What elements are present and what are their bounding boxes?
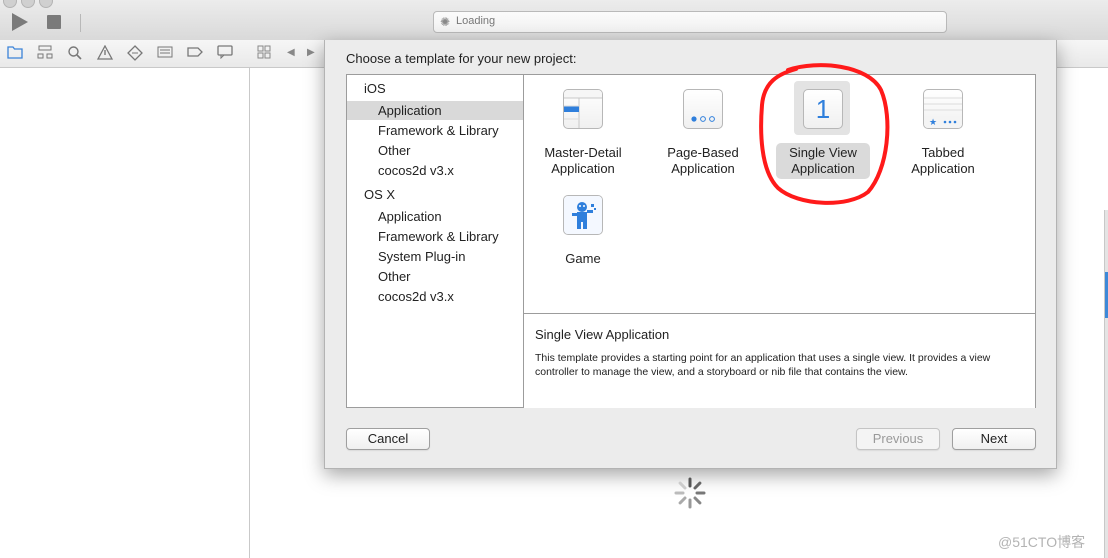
back-arrow-icon[interactable]: ◀ (287, 47, 295, 58)
folder-icon[interactable] (7, 45, 23, 61)
close-window-button[interactable] (3, 0, 17, 8)
template-game[interactable]: Game (528, 181, 638, 266)
sheet-title: Choose a template for your new project: (346, 51, 577, 66)
template-master-detail[interactable]: Master-Detail Application (528, 75, 638, 185)
new-project-sheet: Choose a template for your new project: … (324, 40, 1057, 469)
category-heading-osx: OS X (364, 187, 396, 202)
watermark: @51CTO博客 (998, 534, 1086, 550)
template-label-line2: Application (551, 161, 615, 176)
cancel-button[interactable]: Cancel (346, 428, 430, 450)
category-osx-framework-library[interactable]: Framework & Library (347, 227, 523, 246)
search-icon[interactable] (67, 45, 83, 61)
toolbar-divider (80, 14, 81, 32)
template-label-line2: Application (791, 161, 855, 176)
tabbed-icon: ★ (923, 89, 963, 129)
navigator-selector-bar (0, 40, 250, 68)
template-label-line1: Tabbed (921, 145, 965, 160)
single-view-icon-glyph: 1 (815, 94, 831, 124)
template-label-line1: Page-Based (667, 145, 739, 160)
category-osx-application[interactable]: Application (347, 207, 523, 226)
loading-spinner-icon: ✺ (440, 15, 451, 29)
stop-icon[interactable] (47, 15, 61, 29)
play-icon[interactable] (12, 13, 28, 31)
game-icon (563, 195, 603, 235)
hierarchy-icon[interactable] (37, 45, 53, 61)
category-heading-ios: iOS (364, 81, 386, 96)
category-ios-application[interactable]: Application (347, 101, 523, 120)
template-label-line1: Game (565, 251, 601, 266)
window-toolbar: ✺ Loading (0, 0, 1108, 41)
list-icon[interactable] (157, 45, 173, 61)
activity-viewer: ✺ Loading (433, 11, 947, 33)
category-osx-other[interactable]: Other (347, 267, 523, 286)
template-page-based[interactable]: Page-Based Application (648, 75, 758, 185)
forward-arrow-icon[interactable]: ▶ (307, 47, 315, 58)
template-chooser-panel: iOS Application Framework & Library Othe… (346, 74, 1036, 408)
template-label-line2: Application (911, 161, 975, 176)
description-title: Single View Application (535, 327, 670, 342)
category-ios-cocos2d[interactable]: cocos2d v3.x (347, 161, 523, 180)
template-label-line1: Single View (789, 145, 857, 160)
activity-status-text: Loading (456, 15, 496, 27)
test-diamond-icon[interactable] (127, 45, 143, 61)
page-based-icon (683, 89, 723, 129)
zoom-window-button[interactable] (39, 0, 53, 8)
template-label-line1: Master-Detail (544, 145, 622, 160)
single-view-icon: 1 (803, 89, 843, 129)
tag-icon[interactable] (187, 45, 203, 61)
category-ios-framework-library[interactable]: Framework & Library (347, 121, 523, 140)
grid-icon[interactable] (257, 45, 271, 62)
previous-button[interactable]: Previous (856, 428, 940, 450)
minimize-window-button[interactable] (21, 0, 35, 8)
template-label-line2: Application (671, 161, 735, 176)
navigator-area (0, 68, 250, 558)
loading-spinner-icon (674, 477, 706, 509)
template-category-list: iOS Application Framework & Library Othe… (347, 75, 524, 407)
template-grid: Master-Detail Application Page-Based App… (524, 75, 1035, 313)
message-icon[interactable] (217, 45, 233, 61)
utilities-panel-edge (1104, 210, 1108, 558)
master-detail-icon (563, 89, 603, 129)
warning-icon[interactable] (96, 44, 114, 61)
description-body: This template provides a starting point … (535, 352, 991, 378)
category-osx-cocos2d[interactable]: cocos2d v3.x (347, 287, 523, 306)
category-ios-other[interactable]: Other (347, 141, 523, 160)
template-single-view[interactable]: 1 Single View Application (768, 75, 878, 185)
template-description: Single View Application This template pr… (524, 313, 1035, 408)
svg-text:★: ★ (929, 118, 937, 128)
next-button[interactable]: Next (952, 428, 1036, 450)
category-osx-system-plugin[interactable]: System Plug-in (347, 247, 523, 266)
template-tabbed[interactable]: ★ Tabbed Application (888, 75, 998, 185)
